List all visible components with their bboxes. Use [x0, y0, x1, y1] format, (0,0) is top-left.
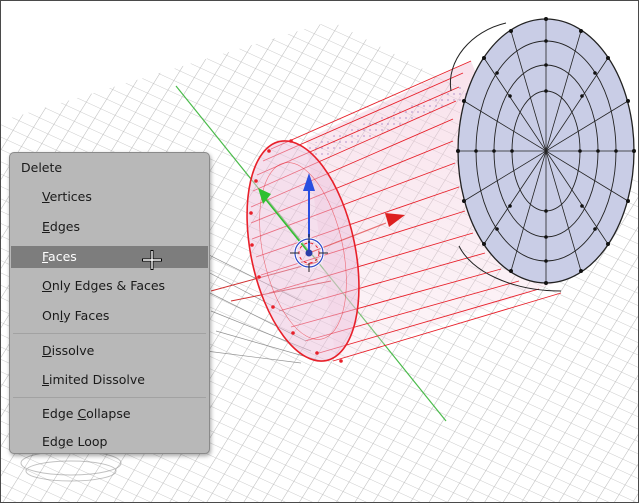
menu-separator: [13, 333, 206, 334]
menu-separator: [13, 397, 206, 398]
move-cursor-icon: [142, 250, 162, 270]
menu-item-edge-collapse[interactable]: Edge Collapse: [11, 403, 208, 425]
menu-item-vertices[interactable]: Vertices: [11, 186, 208, 208]
menu-item-limited-dissolve[interactable]: Limited Dissolve: [11, 369, 208, 391]
menu-item-only-faces[interactable]: Only Faces: [11, 305, 208, 327]
menu-item-dissolve[interactable]: Dissolve: [11, 340, 208, 362]
3d-viewport-frame[interactable]: Delete Vertices Edges Faces Only Edges &…: [0, 0, 639, 503]
menu-item-edges[interactable]: Edges: [11, 216, 208, 238]
menu-item-edge-loop[interactable]: Edge Loop: [11, 431, 208, 453]
menu-title: Delete: [21, 160, 63, 175]
delete-menu: Delete Vertices Edges Faces Only Edges &…: [9, 152, 210, 454]
menu-item-faces[interactable]: Faces: [11, 246, 208, 268]
menu-item-only-edges-and-faces[interactable]: Only Edges & Faces: [11, 275, 208, 297]
